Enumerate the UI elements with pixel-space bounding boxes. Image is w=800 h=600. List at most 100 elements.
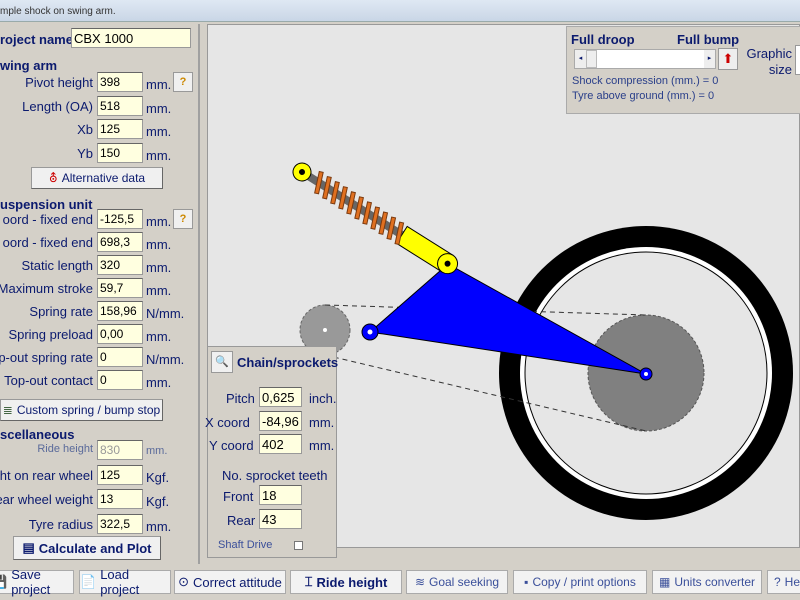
x-coord-unit: mm. bbox=[309, 415, 335, 430]
x-coord-label: X coord bbox=[205, 415, 250, 430]
field-label: oord - fixed end bbox=[2, 235, 93, 250]
axle-center bbox=[644, 372, 648, 376]
input-panel: roject name wing arm Pivot height398mm.L… bbox=[0, 24, 200, 564]
calculate-and-plot-button[interactable]: ▤ Calculate and Plot bbox=[13, 536, 161, 560]
calculate-label: Calculate and Plot bbox=[38, 540, 152, 556]
travel-control-panel: Full droop Full bump ◂ ▸ ⬆ Graphic size … bbox=[566, 26, 800, 114]
field-label: Maximum stroke bbox=[0, 281, 93, 296]
shaft-drive-checkbox[interactable] bbox=[294, 541, 303, 550]
field-input[interactable]: 398 bbox=[97, 72, 143, 92]
zoom-icon[interactable]: 🔍 bbox=[211, 351, 233, 373]
custom-spring-button[interactable]: ≣ Custom spring / bump stop bbox=[0, 399, 163, 421]
pitch-input[interactable] bbox=[259, 387, 302, 407]
graphic-size-label: Graphic size bbox=[746, 46, 792, 77]
field-label: Pivot height bbox=[25, 75, 93, 90]
field-unit: mm. bbox=[146, 260, 172, 275]
title-bar: mple shock on swing arm. bbox=[0, 0, 800, 22]
floppy-icon: ▪ bbox=[524, 575, 529, 589]
field-input[interactable]: 158,96 bbox=[97, 301, 143, 321]
swing-arm-header: wing arm bbox=[0, 58, 58, 73]
field-unit: mm. bbox=[146, 283, 172, 298]
tyre-above-ground-readout: Tyre above ground (mm.) = 0 bbox=[572, 90, 715, 102]
front-teeth-input[interactable] bbox=[259, 485, 302, 505]
field-unit: mm. bbox=[146, 124, 172, 139]
pitch-unit: inch. bbox=[309, 391, 337, 406]
toolbar-button-units-converter[interactable]: ▦ Units converter bbox=[652, 570, 762, 594]
field-unit: mm. bbox=[146, 329, 172, 344]
field-input[interactable]: 0,00 bbox=[97, 324, 143, 344]
toolbar-button-save-project[interactable]: 💾Save project bbox=[0, 567, 74, 597]
full-droop-label: Full droop bbox=[571, 32, 635, 47]
field-input[interactable]: 322,5 bbox=[97, 513, 143, 534]
field-label: ear wheel weight bbox=[0, 492, 93, 507]
misc-header: scellaneous bbox=[0, 427, 75, 442]
field-unit: Kgf. bbox=[146, 494, 170, 509]
pitch-label: Pitch bbox=[226, 391, 255, 406]
field-unit: mm. bbox=[146, 445, 168, 457]
bump-arrow-button[interactable]: ⬆ bbox=[718, 48, 738, 70]
rear-teeth-input[interactable] bbox=[259, 509, 302, 529]
toolbar-button-he[interactable]: ? He bbox=[767, 570, 800, 594]
field-unit: Kgf. bbox=[146, 469, 170, 485]
toolbar-button-load-project[interactable]: 📄 Load project bbox=[79, 567, 171, 597]
field-input[interactable]: 518 bbox=[97, 95, 143, 116]
load-icon: 📄 bbox=[80, 574, 97, 589]
suspension-help-button[interactable]: ? bbox=[173, 209, 193, 229]
field-unit: mm. bbox=[146, 100, 172, 116]
field-label: Spring rate bbox=[29, 304, 93, 319]
field-label: Tyre radius bbox=[28, 516, 93, 532]
field-input[interactable]: 320 bbox=[97, 255, 143, 275]
toolbar-button-goal-seeking[interactable]: ≋ Goal seeking bbox=[406, 570, 508, 594]
toolbar-button-label: Correct attitude bbox=[193, 574, 282, 590]
field-input[interactable]: -125,5 bbox=[97, 209, 143, 229]
rear-teeth-label: Rear bbox=[227, 513, 256, 528]
spring-icon: ≣ bbox=[2, 403, 13, 417]
project-name-input[interactable] bbox=[71, 28, 191, 48]
field-input[interactable]: 13 bbox=[97, 489, 143, 509]
field-label: Yb bbox=[77, 145, 93, 161]
slider-right-arrow[interactable]: ▸ bbox=[704, 50, 715, 68]
field-label: Length (OA) bbox=[22, 98, 93, 114]
goal-icon: ≋ bbox=[414, 575, 425, 589]
travel-slider[interactable]: ◂ ▸ bbox=[574, 49, 716, 69]
field-input[interactable]: 59,7 bbox=[97, 278, 143, 298]
toolbar-button-copy-print-options[interactable]: ▪ Copy / print options bbox=[513, 570, 647, 594]
slider-left-arrow[interactable]: ◂ bbox=[575, 50, 586, 68]
toolbar-button-label: Save project bbox=[11, 567, 51, 597]
window-title: mple shock on swing arm. bbox=[0, 6, 116, 17]
field-label: Static length bbox=[21, 258, 93, 273]
swing-arm-help-button[interactable]: ? bbox=[173, 72, 193, 92]
toolbar-button-label: Ride height bbox=[316, 574, 388, 590]
front-teeth-label: Front bbox=[223, 489, 254, 504]
alt-data-icon: ⛢ bbox=[48, 171, 58, 185]
field-input[interactable]: 0 bbox=[97, 347, 143, 367]
help-icon: ? bbox=[773, 575, 781, 589]
toolbar-button-label: Copy / print options bbox=[532, 575, 636, 589]
x-coord-input[interactable] bbox=[259, 411, 302, 431]
field-input[interactable]: 125 bbox=[97, 119, 143, 139]
field-label: oord - fixed end bbox=[2, 212, 93, 227]
chain-sprockets-panel: 🔍 Chain/sprockets Pitch inch. X coord mm… bbox=[205, 346, 338, 558]
y-coord-unit: mm. bbox=[309, 438, 335, 453]
field-input[interactable]: 150 bbox=[97, 142, 143, 163]
sprocket-teeth-header: No. sprocket teeth bbox=[222, 468, 328, 483]
toolbar-button-ride-height[interactable]: ⌶ Ride height bbox=[290, 570, 402, 594]
field-input[interactable]: 125 bbox=[97, 464, 143, 485]
field-label: Spring preload bbox=[8, 327, 93, 342]
field-input[interactable]: 0 bbox=[97, 370, 143, 390]
toolbar-button-correct-attitude[interactable]: ⊙ Correct attitude bbox=[174, 570, 286, 594]
field-label: p-out spring rate bbox=[0, 350, 93, 365]
bottom-toolbar: 💾Save project📄Load project⊙Correct attit… bbox=[0, 566, 800, 600]
y-coord-label: Y coord bbox=[209, 438, 254, 453]
shock-compression-readout: Shock compression (mm.) = 0 bbox=[572, 75, 719, 87]
field-input[interactable]: 698,3 bbox=[97, 232, 143, 252]
slider-thumb[interactable] bbox=[586, 50, 597, 68]
units-icon: ▦ bbox=[658, 575, 671, 589]
alternative-data-button[interactable]: ⛢ Alternative data bbox=[31, 167, 163, 189]
shaft-drive-label: Shaft Drive bbox=[218, 539, 273, 551]
field-unit: N/mm. bbox=[146, 306, 185, 321]
field-unit: mm. bbox=[146, 147, 172, 163]
graphic-size-control[interactable] bbox=[795, 45, 800, 75]
y-coord-input[interactable] bbox=[259, 434, 302, 454]
suspension-header: uspension unit bbox=[0, 197, 93, 212]
